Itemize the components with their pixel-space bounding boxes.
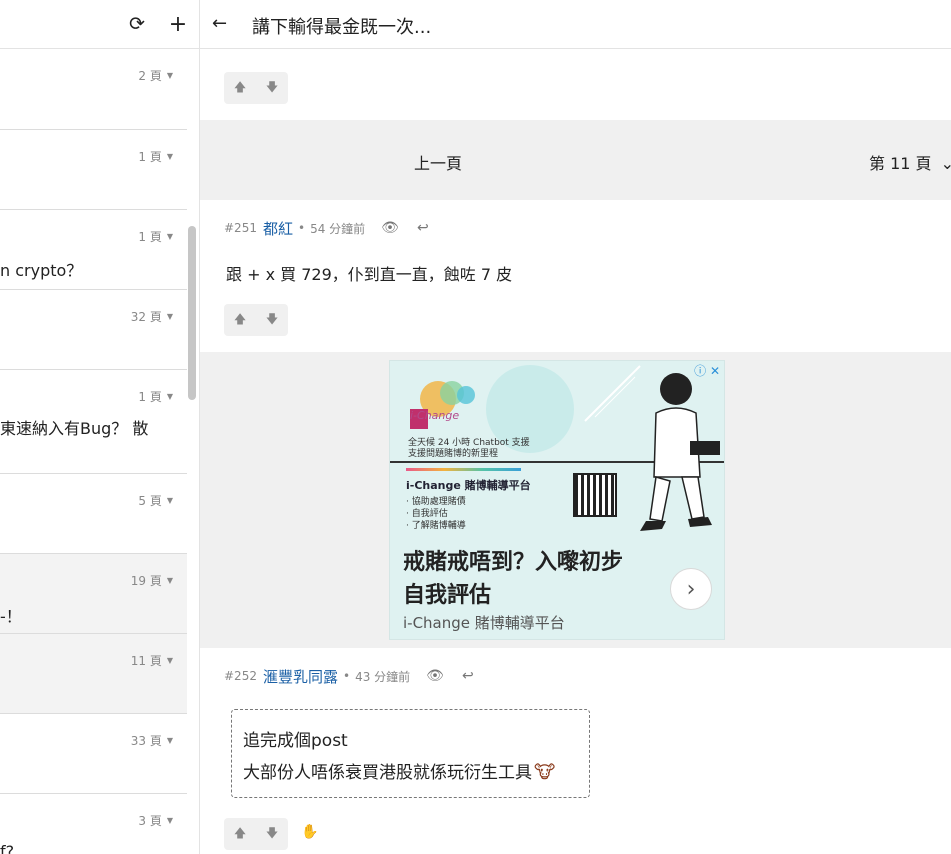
downvote-icon[interactable]: 🡇 [256,818,288,850]
thread-list-header: ⟳ + [0,0,199,49]
post-author[interactable]: 滙豐乳同露 [263,666,338,687]
downvote-icon[interactable]: 🡇 [256,304,288,336]
ad-color-bar [406,468,521,471]
thread-item[interactable]: 1 頁 ▼ [0,130,187,210]
refresh-icon[interactable]: ⟳ [125,12,149,36]
vote-bar: 🡅 🡇 [224,72,288,104]
thread-page-count[interactable]: 2 頁 ▼ [138,67,173,84]
post-meta: #252 滙豐乳同露 • 43 分鐘前 👁 ↩ [224,666,474,686]
post-meta: #251 都紅 • 54 分鐘前 👁 ↩ [224,218,429,238]
post-content-box: 追完成個post 大部份人唔係衰買港股就係玩衍生工具 🐮 [231,709,590,798]
thread-page-count[interactable]: 1 頁 ▼ [138,388,173,405]
thread-title: 東速納入有Bug？ 散 [0,419,149,438]
ad-text: 支援問題賭博的新里程 [408,449,499,459]
vote-bar: 🡅 🡇 [224,304,288,336]
thread-title: f? [0,842,15,854]
meta-separator: • [342,669,351,683]
upvote-icon[interactable]: 🡅 [224,72,256,104]
ad-area: ⓘ ✕ i-Change 全天候 24 小時 Chatbot 支援 支援問題賭博… [200,352,951,648]
chevron-right-icon[interactable]: › [670,568,712,610]
ad-bullet: · 了解賭博輔導 [406,521,466,531]
thread-page-count[interactable]: 11 頁 ▼ [131,652,173,669]
thread-list-scrollbar[interactable] [188,226,196,400]
thread-page-count[interactable]: 19 頁 ▼ [131,572,173,589]
reply-icon[interactable]: ↩ [417,220,429,236]
thread-list-panel: ⟳ + 2 頁 ▼ 1 頁 ▼ 1 頁 ▼ n crypto？ 32 頁 ▼ 1 頁 ▼ … [0,0,200,854]
upvote-icon[interactable]: 🡅 [224,304,256,336]
reply-icon[interactable]: ↩ [462,668,474,684]
qr-code-icon [573,473,617,517]
post-time: 43 分鐘前 [355,669,411,684]
post-time: 54 分鐘前 [310,221,366,236]
thread-item[interactable]: 1 頁 ▼ 東速納入有Bug？ 散 [0,370,187,474]
thread-page-count[interactable]: 1 頁 ▼ [138,148,173,165]
thread-page-count[interactable]: 5 頁 ▼ [138,492,173,509]
thread-item[interactable]: 33 頁 ▼ [0,714,187,794]
post-content: 跟 + x 買 729，仆到直一直，蝕咗 7 皮 [226,265,513,284]
thread-page-count[interactable]: 3 頁 ▼ [138,812,173,829]
ad-headline: 自我評估 [403,583,492,608]
thread-page-count[interactable]: 32 頁 ▼ [131,308,173,325]
post-author[interactable]: 都紅 [263,218,293,239]
thread-title: n crypto？ [0,261,83,280]
downvote-icon[interactable]: 🡇 [256,72,288,104]
current-page-label: 第 11 頁 [869,154,932,173]
ad-headline: 戒賭戒唔到？入嚟初步 [403,550,624,575]
thread-page-count[interactable]: 1 頁 ▼ [138,228,173,245]
thread-item[interactable]: 2 頁 ▼ [0,49,187,130]
thread-item[interactable]: 3 頁 ▼ f? [0,794,187,854]
ad-platform-name: i-Change 賭博輔導平台 [406,479,531,492]
thread-item[interactable]: 1 頁 ▼ n crypto？ [0,210,187,290]
topic-header: ← 講下輸得最金既一次... [200,0,951,49]
topic-panel: ← 講下輸得最金既一次... 🡅 🡇 上一頁 第 11 頁 ⌄ #251 都紅 … [200,0,951,854]
post-content-line: 大部份人唔係衰買港股就係玩衍生工具 🐮 [243,762,556,783]
topic-title: 講下輸得最金既一次... [252,17,432,38]
pagination-bar: 上一頁 第 11 頁 ⌄ [200,120,951,200]
back-arrow-icon[interactable]: ← [212,13,227,34]
upvote-icon[interactable]: 🡅 [224,818,256,850]
post-number: #251 [224,221,257,235]
page-select[interactable]: 第 11 頁 ⌄ [869,150,951,174]
meta-separator: • [297,221,306,235]
thread-item[interactable]: 5 頁 ▼ [0,474,187,554]
ad-subline: i-Change 賭博輔導平台 [403,614,565,632]
add-icon[interactable]: + [166,12,190,37]
ad-person-illustration [640,373,720,531]
post-number: #252 [224,669,257,683]
prev-page-button[interactable]: 上一頁 [414,150,462,174]
hand-icon[interactable]: ✋ [301,824,318,840]
ad-brand: i-Change [410,409,460,422]
advertisement[interactable]: ⓘ ✕ i-Change 全天候 24 小時 Chatbot 支援 支援問題賭博… [389,360,725,640]
thread-item[interactable]: 32 頁 ▼ [0,290,187,370]
thread-item[interactable]: 19 頁 ▼ ‐！ [0,554,187,634]
thread-title: ‐！ [0,607,22,626]
post-content-line: 追完成個post [243,731,348,751]
thread-page-count[interactable]: 33 頁 ▼ [131,732,173,749]
vote-bar: 🡅 🡇 [224,818,288,850]
eye-icon[interactable]: 👁 [426,668,444,684]
thread-item[interactable]: 11 頁 ▼ [0,634,187,714]
chevron-down-icon: ⌄ [940,154,951,173]
eye-icon[interactable]: 👁 [381,220,399,236]
cow-emoji-icon: 🐮 [534,762,556,783]
ad-close-icon[interactable]: ⓘ ✕ [694,362,720,379]
